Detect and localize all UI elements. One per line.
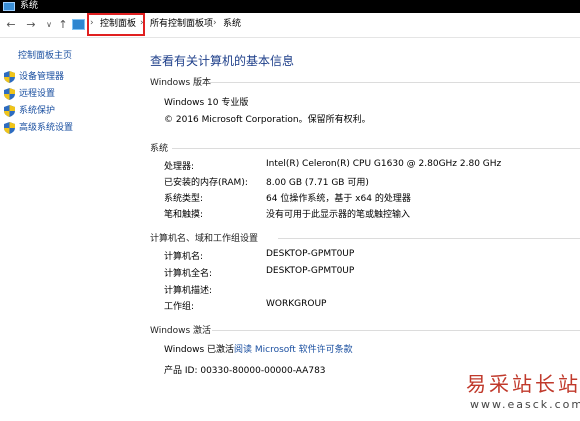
forward-arrow-icon[interactable]: →	[24, 17, 38, 33]
section-header-system: 系统	[150, 144, 169, 154]
system-window-icon	[3, 2, 15, 11]
breadcrumb-highlight-box	[87, 13, 145, 36]
system-type-label: 系统类型:	[164, 194, 204, 204]
shield-icon	[4, 105, 15, 117]
ram-value: 8.00 GB (7.71 GB 可用)	[266, 178, 369, 188]
sidebar-item-label: 远程设置	[19, 89, 56, 99]
back-arrow-icon[interactable]: ←	[4, 17, 18, 33]
breadcrumb: › 控制面板 › 所有控制面板项 › 系统	[70, 15, 580, 35]
pen-touch-value: 没有可用于此显示器的笔或触控输入	[266, 210, 411, 220]
section-header-edition: Windows 版本	[150, 78, 212, 88]
section-divider	[278, 238, 580, 239]
section-header-computer: 计算机名、域和工作组设置	[150, 234, 259, 244]
title-bar: 系统	[0, 0, 580, 13]
section-header-activation: Windows 激活	[150, 326, 212, 336]
pen-touch-label: 笔和触摸:	[164, 210, 204, 220]
section-divider	[208, 82, 580, 83]
full-name-value: DESKTOP-GPMT0UP	[266, 266, 355, 276]
workgroup-value: WORKGROUP	[266, 299, 327, 309]
computer-name-value: DESKTOP-GPMT0UP	[266, 249, 355, 259]
watermark-logo-text: 易采站长站	[466, 372, 580, 396]
breadcrumb-all-items[interactable]: 所有控制面板项	[150, 18, 213, 31]
control-panel-icon	[72, 19, 85, 30]
sidebar-item-label: 设备管理器	[19, 72, 65, 82]
page-title: 查看有关计算机的基本信息	[150, 54, 295, 68]
shield-icon	[4, 88, 15, 100]
control-panel-home-link[interactable]: 控制面板主页	[18, 48, 72, 61]
product-id: 产品 ID: 00330-80000-00000-AA783	[164, 366, 326, 376]
description-label: 计算机描述:	[164, 286, 213, 296]
copyright-text: © 2016 Microsoft Corporation。保留所有权利。	[164, 115, 371, 125]
recent-dropdown-icon[interactable]: ∨	[42, 17, 56, 33]
breadcrumb-system[interactable]: 系统	[223, 18, 241, 31]
workgroup-label: 工作组:	[164, 302, 195, 312]
chevron-right-icon[interactable]: ›	[213, 18, 217, 28]
sidebar-item-label: 系统保护	[19, 106, 56, 116]
sidebar: 控制面板主页 设备管理器 远程设置 系统保护 高级系统设置	[0, 38, 140, 421]
edition-name: Windows 10 专业版	[164, 98, 249, 108]
up-arrow-icon[interactable]: ↑	[56, 17, 70, 33]
site-watermark: 易采站长站 www.easck.com	[458, 368, 580, 418]
license-terms-link[interactable]: 阅读 Microsoft 软件许可条款	[234, 342, 353, 355]
section-divider	[172, 148, 580, 149]
shield-icon	[4, 71, 15, 83]
processor-label: 处理器:	[164, 162, 195, 172]
system-type-value: 64 位操作系统，基于 x64 的处理器	[266, 194, 411, 204]
activation-status: Windows 已激活	[164, 345, 235, 355]
full-name-label: 计算机全名:	[164, 269, 213, 279]
shield-icon	[4, 122, 15, 134]
window-title: 系统	[20, 1, 39, 11]
ram-label: 已安装的内存(RAM):	[164, 178, 248, 188]
sidebar-item-label: 高级系统设置	[19, 123, 74, 133]
section-divider	[212, 330, 580, 331]
watermark-url: www.easck.com	[470, 398, 580, 411]
computer-name-label: 计算机名:	[164, 252, 204, 262]
processor-value: Intel(R) Celeron(R) CPU G1630 @ 2.80GHz …	[266, 159, 502, 169]
